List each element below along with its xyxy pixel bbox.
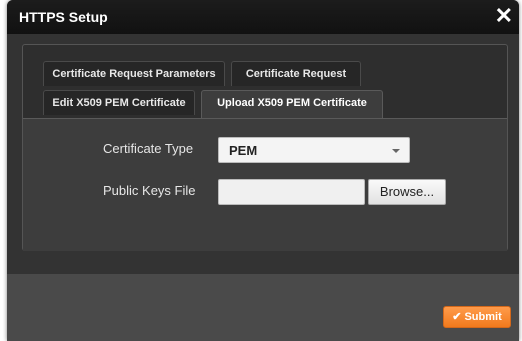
tab-edit-x509-pem-certificate[interactable]: Edit X509 PEM Certificate [43, 90, 195, 115]
submit-button[interactable]: ✔ Submit [443, 306, 511, 328]
certificate-type-label: Certificate Type [103, 141, 194, 156]
https-setup-dialog: HTTPS Setup ✕ Certificate Request Parame… [7, 0, 519, 341]
tab-upload-x509-pem-certificate[interactable]: Upload X509 PEM Certificate [201, 90, 383, 120]
submit-label: Submit [464, 311, 502, 323]
dialog-body: Certificate Request Parameters Certifica… [7, 34, 519, 274]
chevron-down-icon [392, 149, 400, 153]
dialog-titlebar: HTTPS Setup ✕ [7, 0, 519, 34]
check-icon: ✔ [452, 311, 462, 323]
upload-certificate-form: Certificate Type PEM Public Keys File Br… [23, 118, 507, 251]
certificate-type-value: PEM [229, 143, 258, 158]
dialog-footer: ✔ Submit [7, 274, 519, 341]
close-icon[interactable]: ✕ [495, 2, 513, 30]
public-keys-file-label: Public Keys File [103, 183, 196, 198]
public-keys-file-input[interactable] [218, 179, 365, 205]
browse-button[interactable]: Browse... [368, 179, 446, 205]
tab-certificate-request[interactable]: Certificate Request [231, 61, 361, 86]
certificate-type-select[interactable]: PEM [218, 137, 410, 163]
dialog-title: HTTPS Setup [19, 9, 108, 25]
tab-certificate-request-parameters[interactable]: Certificate Request Parameters [43, 61, 225, 86]
tab-panel: Certificate Request Parameters Certifica… [22, 44, 508, 251]
